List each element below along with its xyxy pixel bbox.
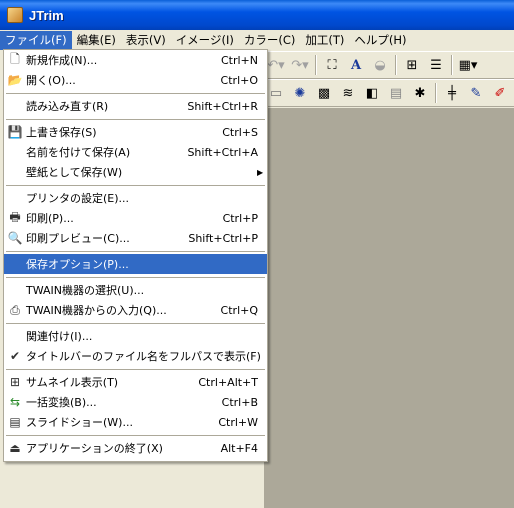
layer-icon[interactable]: ◒ xyxy=(370,55,390,75)
thumbnail-grid-icon: ⊞ xyxy=(9,375,21,389)
toolbar-separator xyxy=(435,83,437,103)
menu-item-twain-select[interactable]: TWAIN機器の選択(U)... xyxy=(4,280,267,300)
emboss-icon[interactable]: ◧ xyxy=(362,83,382,103)
menu-item-reload[interactable]: 読み込み直す(R) Shift+Ctrl+R xyxy=(4,96,267,116)
mosaic-icon[interactable]: ▩ xyxy=(314,83,334,103)
redo-icon[interactable]: ↷▾ xyxy=(290,55,310,75)
palette-grid-icon[interactable]: ▦▾ xyxy=(458,55,478,75)
menu-item-save-as[interactable]: 名前を付けて保存(A) Shift+Ctrl+A xyxy=(4,142,267,162)
menu-item-exit[interactable]: ⏏ アプリケーションの終了(X) Alt+F4 xyxy=(4,438,267,458)
printer-icon: 🖶 xyxy=(9,209,21,224)
app-icon xyxy=(7,7,23,23)
menu-color[interactable]: カラー(C) xyxy=(239,31,301,50)
menu-item-new[interactable]: 🗋 新規作成(N)... Ctrl+N xyxy=(4,50,267,70)
save-icon: 💾 xyxy=(7,125,23,139)
menu-edit[interactable]: 編集(E) xyxy=(72,31,121,50)
menu-item-twain-acquire[interactable]: ⎙ TWAIN機器からの入力(Q)... Ctrl+Q xyxy=(4,300,267,320)
grid-view-icon[interactable]: ⊞ xyxy=(402,55,422,75)
exit-icon: ⏏ xyxy=(9,441,21,455)
print-preview-icon: 🔍 xyxy=(7,231,23,245)
title-bar[interactable]: JTrim xyxy=(0,0,514,30)
menu-view[interactable]: 表示(V) xyxy=(121,31,171,50)
menu-process[interactable]: 加工(T) xyxy=(300,31,349,50)
batch-convert-icon: ⇆ xyxy=(9,395,21,409)
new-document-icon: 🗋 xyxy=(10,51,20,66)
menu-image[interactable]: イメージ(I) xyxy=(171,31,239,50)
text-icon[interactable]: A xyxy=(346,55,366,75)
menu-bar: ファイル(F) 編集(E) 表示(V) イメージ(I) カラー(C) 加工(T)… xyxy=(0,30,514,50)
toolbar-separator xyxy=(315,55,317,75)
menu-item-printer-setup[interactable]: プリンタの設定(E)... xyxy=(4,188,267,208)
fit-window-icon[interactable]: ⛶ xyxy=(322,55,342,75)
submenu-arrow-icon: ▶ xyxy=(257,167,264,177)
effects-toolbar: ▭ ✺ ▩ ≋ ◧ ▤ ✱ ╪ ✎ ✐ xyxy=(264,79,514,107)
slideshow-icon: ▤ xyxy=(9,415,21,429)
menu-item-save-wallpaper[interactable]: 壁紙として保存(W) ▶ xyxy=(4,162,267,182)
scanner-icon: ⎙ xyxy=(10,302,20,317)
menu-item-open[interactable]: 📂 開く(O)... Ctrl+O xyxy=(4,70,267,90)
menu-item-print[interactable]: 🖶 印刷(P)... Ctrl+P xyxy=(4,208,267,228)
menu-item-print-preview[interactable]: 🔍 印刷プレビュー(C)... Shift+Ctrl+P xyxy=(4,228,267,248)
menu-file[interactable]: ファイル(F) xyxy=(0,30,72,50)
menu-item-thumbnails[interactable]: ⊞ サムネイル表示(T) Ctrl+Alt+T xyxy=(4,372,267,392)
frame-icon[interactable]: ▭ xyxy=(266,83,286,103)
split-icon[interactable]: ╪ xyxy=(442,83,462,103)
menu-item-batch-convert[interactable]: ⇆ 一括変換(B)... Ctrl+B xyxy=(4,392,267,412)
menu-item-save-options[interactable]: 保存オプション(P)... xyxy=(4,254,267,274)
menu-help[interactable]: ヘルプ(H) xyxy=(349,31,411,50)
filmstrip-icon[interactable]: ☰ xyxy=(426,55,446,75)
undo-icon[interactable]: ↶▾ xyxy=(266,55,286,75)
wave-icon[interactable]: ≋ xyxy=(338,83,358,103)
file-menu-dropdown: 🗋 新規作成(N)... Ctrl+N 📂 開く(O)... Ctrl+O 読み… xyxy=(3,49,268,462)
menu-item-save[interactable]: 💾 上書き保存(S) Ctrl+S xyxy=(4,122,267,142)
pen-icon[interactable]: ✎ xyxy=(466,83,486,103)
burst-icon[interactable]: ✱ xyxy=(410,83,430,103)
left-panel-edge xyxy=(0,460,6,508)
toolbar-separator xyxy=(451,55,453,75)
window-title: JTrim xyxy=(29,7,64,23)
toolbar-separator xyxy=(395,55,397,75)
eyedropper-icon[interactable]: ✐ xyxy=(490,83,510,103)
menu-item-associate[interactable]: 関連付け(I)... xyxy=(4,326,267,346)
image-workspace[interactable] xyxy=(264,108,514,508)
brick-icon[interactable]: ▤ xyxy=(386,83,406,103)
menu-item-fullpath-title[interactable]: ✔ タイトルバーのファイル名をフルパスで表示(F) xyxy=(4,346,267,366)
open-folder-icon: 📂 xyxy=(7,73,23,87)
checkmark-icon: ✔ xyxy=(9,349,21,363)
sparkle-icon[interactable]: ✺ xyxy=(290,83,310,103)
menu-item-slideshow[interactable]: ▤ スライドショー(W)... Ctrl+W xyxy=(4,412,267,432)
main-toolbar: ↶▾ ↷▾ ⛶ A ◒ ⊞ ☰ ▦▾ xyxy=(264,51,514,79)
